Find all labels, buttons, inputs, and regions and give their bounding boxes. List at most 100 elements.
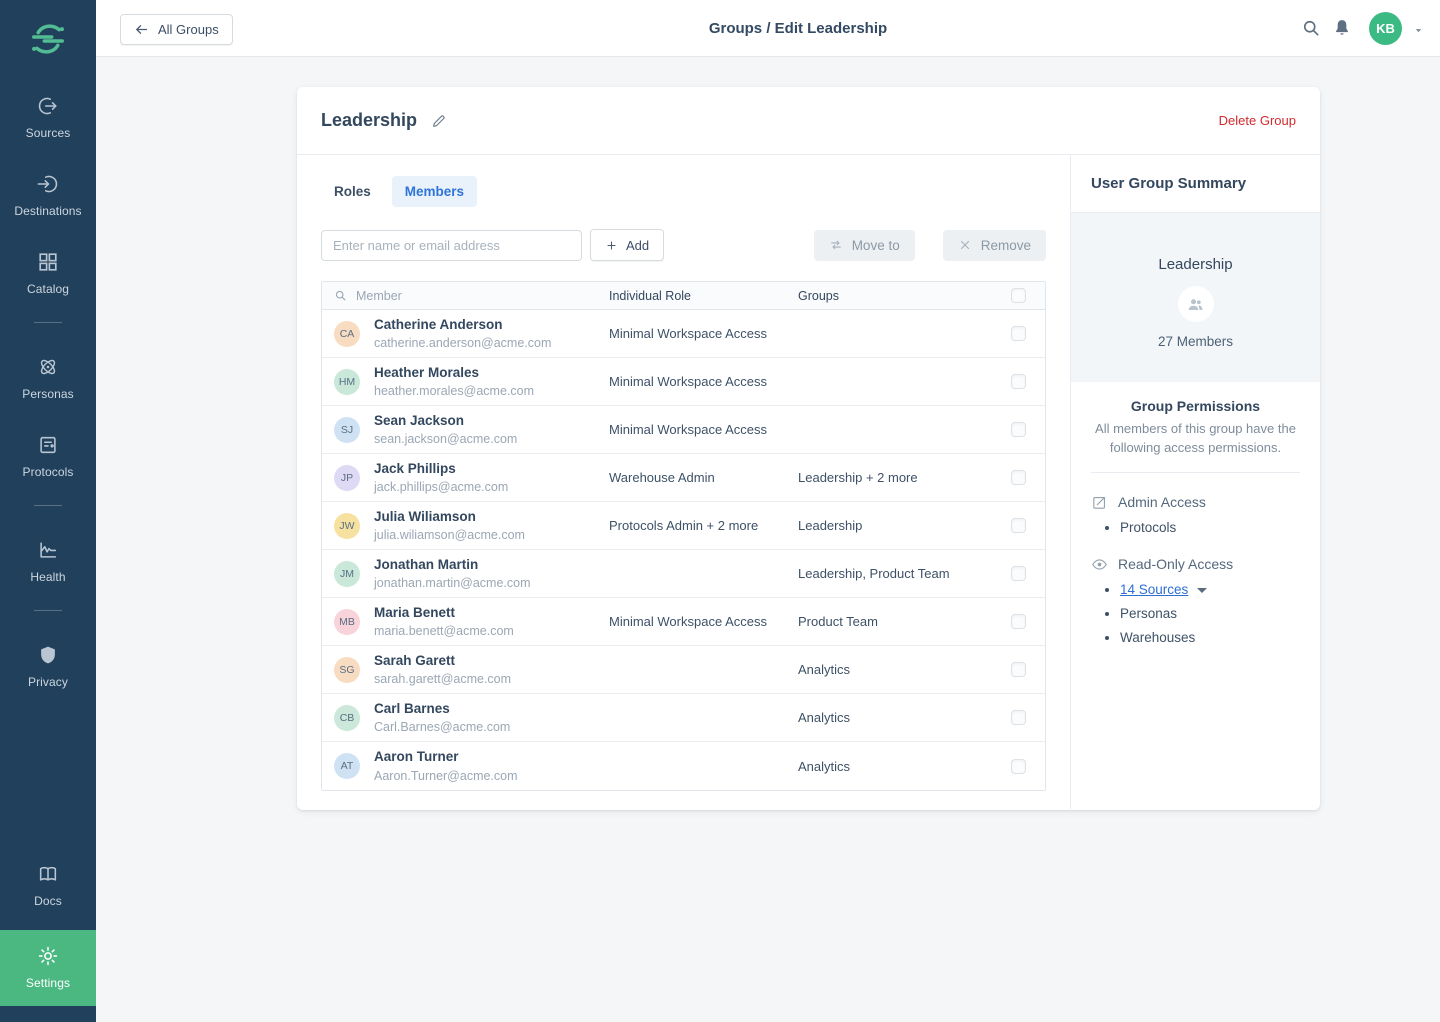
- destinations-icon: [37, 173, 59, 195]
- table-row[interactable]: SJ Sean Jackson sean.jackson@acme.com Mi…: [322, 406, 1045, 454]
- row-select-cell: [991, 422, 1045, 437]
- row-select-cell: [991, 759, 1045, 774]
- sidebar-item-health[interactable]: Health: [0, 539, 96, 584]
- permission-link[interactable]: 14 Sources: [1120, 582, 1188, 597]
- group-avatar: [1178, 286, 1214, 322]
- member-cell: JP Jack Phillips jack.phillips@acme.com: [322, 461, 609, 495]
- sidebar-item-catalog[interactable]: Catalog: [0, 251, 96, 296]
- avatar: SJ: [334, 417, 360, 443]
- avatar: SG: [334, 657, 360, 683]
- row-checkbox[interactable]: [1011, 710, 1026, 725]
- sidebar-nav: Sources Destinations Catalog Personas Pr…: [0, 58, 96, 689]
- group-tabs: Roles Members: [321, 176, 1046, 207]
- permission-item: Personas: [1120, 606, 1300, 621]
- permission-section-label: Read-Only Access: [1118, 556, 1233, 572]
- members-table-body: CA Catherine Anderson catherine.anderson…: [322, 310, 1045, 790]
- avatar: AT: [334, 753, 360, 779]
- avatar-initials: KB: [1376, 21, 1395, 36]
- edit-pencil-icon[interactable]: [431, 113, 447, 129]
- sidebar-item-protocols[interactable]: Protocols: [0, 434, 96, 479]
- member-email: julia.wiliamson@acme.com: [374, 528, 525, 542]
- member-name: Sarah Garett: [374, 653, 511, 670]
- sidebar-item-destinations[interactable]: Destinations: [0, 173, 96, 218]
- table-row[interactable]: CB Carl Barnes Carl.Barnes@acme.com Anal…: [322, 694, 1045, 742]
- table-row[interactable]: SG Sarah Garett sarah.garett@acme.com An…: [322, 646, 1045, 694]
- select-all-cell: [991, 288, 1045, 303]
- member-cell: SJ Sean Jackson sean.jackson@acme.com: [322, 413, 609, 447]
- permission-label: Warehouses: [1120, 630, 1195, 645]
- row-checkbox[interactable]: [1011, 662, 1026, 677]
- table-row[interactable]: JW Julia Wiliamson julia.wiliamson@acme.…: [322, 502, 1045, 550]
- avatar: MB: [334, 609, 360, 635]
- sources-icon: [37, 95, 59, 117]
- delete-group-button[interactable]: Delete Group: [1219, 113, 1296, 128]
- notifications-bell-icon[interactable]: [1332, 18, 1352, 38]
- table-row[interactable]: AT Aaron Turner Aaron.Turner@acme.com An…: [322, 742, 1045, 790]
- table-row[interactable]: HM Heather Morales heather.morales@acme.…: [322, 358, 1045, 406]
- table-row[interactable]: JP Jack Phillips jack.phillips@acme.com …: [322, 454, 1045, 502]
- settings-icon: [37, 945, 59, 967]
- permissions-title: Group Permissions: [1091, 398, 1300, 414]
- search-icon[interactable]: [1301, 18, 1321, 38]
- tab-members[interactable]: Members: [392, 176, 477, 207]
- member-search-input[interactable]: [321, 230, 582, 261]
- row-checkbox[interactable]: [1011, 759, 1026, 774]
- row-checkbox[interactable]: [1011, 518, 1026, 533]
- member-cell: CA Catherine Anderson catherine.anderson…: [322, 317, 609, 351]
- personas-icon: [37, 356, 59, 378]
- sidebar-item-label: Sources: [26, 126, 71, 140]
- table-row[interactable]: CA Catherine Anderson catherine.anderson…: [322, 310, 1045, 358]
- row-checkbox[interactable]: [1011, 614, 1026, 629]
- plus-icon: [605, 239, 618, 252]
- sidebar-item-label: Settings: [26, 976, 70, 990]
- table-row[interactable]: JM Jonathan Martin jonathan.martin@acme.…: [322, 550, 1045, 598]
- tab-roles[interactable]: Roles: [321, 176, 384, 207]
- member-name: Catherine Anderson: [374, 317, 551, 334]
- all-groups-back-button[interactable]: All Groups: [120, 14, 233, 45]
- member-groups: Leadership, Product Team: [798, 566, 991, 581]
- chevron-down-icon[interactable]: [1413, 23, 1424, 34]
- sidebar-divider: [34, 322, 62, 323]
- segment-logo-icon[interactable]: [29, 20, 67, 58]
- add-member-button[interactable]: Add: [590, 229, 664, 261]
- member-column-header[interactable]: Member: [322, 289, 609, 303]
- member-name: Maria Benett: [374, 605, 514, 622]
- member-email: jack.phillips@acme.com: [374, 480, 508, 494]
- member-cell: CB Carl Barnes Carl.Barnes@acme.com: [322, 701, 609, 735]
- sidebar-item-settings[interactable]: Settings: [0, 930, 96, 1006]
- caret-down-icon[interactable]: [1197, 588, 1207, 593]
- member-email: maria.benett@acme.com: [374, 624, 514, 638]
- sidebar-item-docs[interactable]: Docs: [0, 863, 96, 908]
- topbar: All Groups Groups / Edit Leadership KB: [96, 0, 1440, 57]
- user-group-summary-panel: User Group Summary Leadership 27 Members…: [1070, 155, 1320, 809]
- sidebar-item-personas[interactable]: Personas: [0, 356, 96, 401]
- member-name: Carl Barnes: [374, 701, 510, 718]
- role-column-header: Individual Role: [609, 289, 798, 303]
- topbar-actions: KB: [1301, 0, 1424, 56]
- member-name: Heather Morales: [374, 365, 534, 382]
- sidebar-item-label: Health: [30, 570, 65, 584]
- member-cell: JM Jonathan Martin jonathan.martin@acme.…: [322, 557, 609, 591]
- row-select-cell: [991, 710, 1045, 725]
- member-groups: Product Team: [798, 614, 991, 629]
- sidebar-item-sources[interactable]: Sources: [0, 95, 96, 140]
- member-cell: SG Sarah Garett sarah.garett@acme.com: [322, 653, 609, 687]
- row-checkbox[interactable]: [1011, 422, 1026, 437]
- docs-icon: [37, 863, 59, 885]
- move-to-button[interactable]: Move to: [814, 230, 915, 261]
- member-email: catherine.anderson@acme.com: [374, 336, 551, 350]
- sidebar-item-privacy[interactable]: Privacy: [0, 644, 96, 689]
- row-checkbox[interactable]: [1011, 326, 1026, 341]
- table-row[interactable]: MB Maria Benett maria.benett@acme.com Mi…: [322, 598, 1045, 646]
- member-role: Minimal Workspace Access: [609, 374, 798, 389]
- select-all-checkbox[interactable]: [1011, 288, 1026, 303]
- member-cell: AT Aaron Turner Aaron.Turner@acme.com: [322, 749, 609, 783]
- remove-button[interactable]: Remove: [943, 230, 1046, 261]
- row-checkbox[interactable]: [1011, 374, 1026, 389]
- member-role: Protocols Admin + 2 more: [609, 518, 798, 533]
- group-name-title: Leadership: [321, 110, 417, 131]
- user-avatar[interactable]: KB: [1369, 12, 1402, 45]
- row-checkbox[interactable]: [1011, 470, 1026, 485]
- row-checkbox[interactable]: [1011, 566, 1026, 581]
- sidebar: Sources Destinations Catalog Personas Pr…: [0, 0, 96, 1022]
